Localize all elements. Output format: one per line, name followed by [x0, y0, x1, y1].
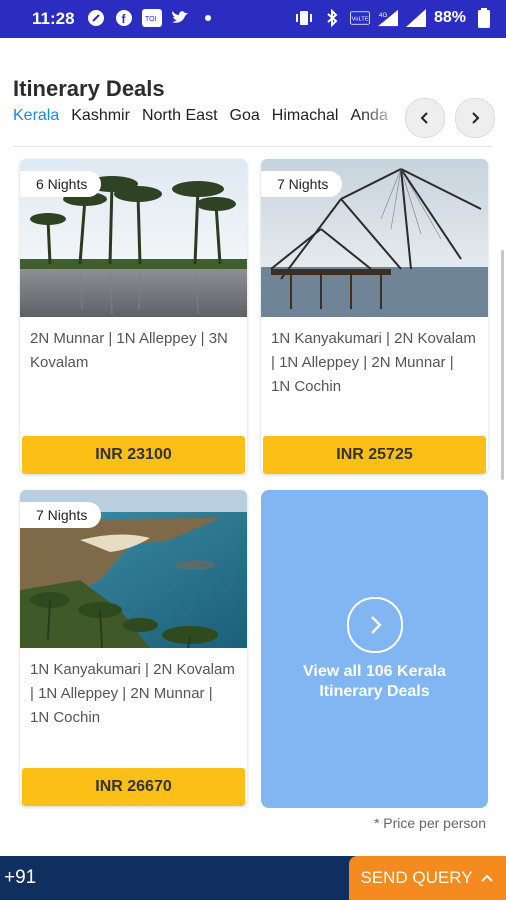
signal-icon	[405, 8, 426, 28]
price-button[interactable]: INR 26670	[22, 768, 245, 806]
volte-label: VoLTE	[352, 17, 369, 23]
twitter-icon	[170, 8, 190, 28]
tabs-next-button[interactable]	[455, 98, 495, 138]
deal-card[interactable]: 6 Nights 2N Munnar | 1N Alleppey | 3N Ko…	[20, 159, 247, 474]
view-all-arrow-button[interactable]	[347, 597, 403, 653]
status-time: 11:28	[32, 9, 75, 28]
nights-badge: 6 Nights	[20, 171, 102, 197]
price-button[interactable]: INR 23100	[22, 436, 245, 474]
toi-label: TOI	[145, 16, 157, 23]
tab-kashmir[interactable]: Kashmir	[71, 107, 130, 125]
link-icon	[86, 8, 106, 28]
send-query-button[interactable]: SEND QUERY	[349, 856, 506, 900]
price-button[interactable]: INR 25725	[263, 436, 486, 474]
vibrate-icon	[294, 8, 314, 28]
view-all-label: View all 106 Kerala Itinerary Deals	[303, 663, 446, 700]
section-title: Itinerary Deals	[13, 76, 165, 101]
network-label: 4G	[379, 12, 388, 19]
scrollbar[interactable]	[501, 250, 504, 480]
price-note: * Price per person	[373, 815, 486, 831]
battery-percent: 88%	[433, 9, 466, 26]
itinerary-description: 1N Kanyakumari | 2N Kovalam | 1N Alleppe…	[271, 330, 476, 395]
chevron-right-icon	[472, 112, 480, 124]
chevron-left-icon	[420, 112, 428, 124]
toi-icon: TOI	[142, 8, 162, 28]
status-bar: 11:28 f TOI VoLTE 4G 88%	[0, 0, 506, 38]
tab-goa[interactable]: Goa	[230, 107, 260, 125]
tab-north-east[interactable]: North East	[142, 107, 218, 125]
dot-icon	[198, 8, 218, 28]
chevron-up-icon	[480, 874, 493, 882]
battery-icon	[474, 8, 494, 28]
chevron-right-icon	[371, 616, 382, 634]
tab-fade-overlay	[360, 100, 404, 134]
tabs-prev-button[interactable]	[405, 98, 445, 138]
volte-icon: VoLTE	[349, 8, 370, 28]
nights-badge: 7 Nights	[20, 502, 102, 528]
phone-country-code[interactable]: +91	[4, 867, 36, 889]
facebook-icon: f	[114, 8, 134, 28]
section-divider	[13, 146, 493, 147]
send-query-label: SEND QUERY	[360, 868, 473, 887]
itinerary-description: 1N Kanyakumari | 2N Kovalam | 1N Alleppe…	[30, 661, 235, 726]
deal-card[interactable]: 7 Nights 1N Kanyakumari | 2N Kovalam | 1…	[20, 490, 247, 806]
nights-badge: 7 Nights	[261, 171, 343, 197]
signal-4g-icon: 4G	[377, 8, 398, 28]
destination-tabs: Kerala Kashmir North East Goa Himachal A…	[13, 107, 401, 125]
view-all-deals-card[interactable]: View all 106 Kerala Itinerary Deals	[261, 490, 488, 808]
itinerary-description: 2N Munnar | 1N Alleppey | 3N Kovalam	[30, 330, 228, 371]
deal-card[interactable]: 7 Nights 1N Kanyakumari | 2N Kovalam | 1…	[261, 159, 488, 474]
tab-kerala[interactable]: Kerala	[13, 107, 59, 125]
bluetooth-icon	[322, 8, 342, 28]
tab-himachal[interactable]: Himachal	[272, 107, 339, 125]
